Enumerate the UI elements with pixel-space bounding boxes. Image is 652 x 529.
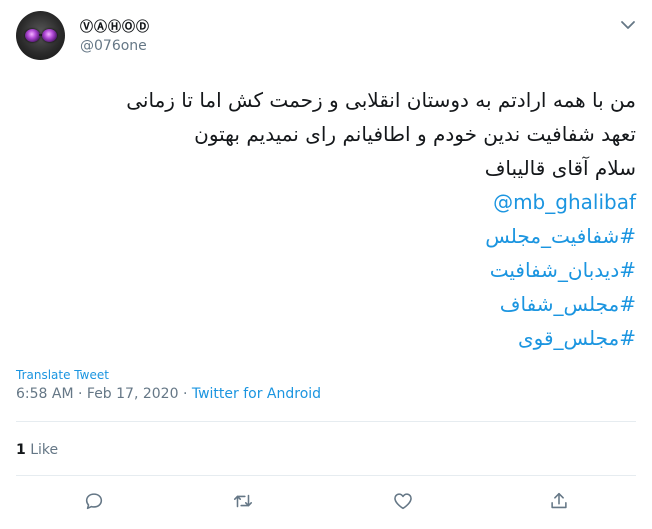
- tweet-metadata: 6:58 AM · Feb 17, 2020 · Twitter for And…: [16, 386, 321, 402]
- retweet-icon: [233, 494, 253, 508]
- retweet-button[interactable]: [232, 490, 254, 512]
- avatar[interactable]: [16, 11, 65, 60]
- divider: [16, 475, 636, 476]
- tweet-date[interactable]: Feb 17, 2020: [87, 386, 179, 402]
- divider: [16, 421, 636, 422]
- share-button[interactable]: [548, 490, 570, 512]
- mention-link[interactable]: @mb_ghalibaf: [493, 190, 636, 214]
- share-icon: [551, 492, 567, 509]
- tweet-source-link[interactable]: Twitter for Android: [192, 386, 321, 402]
- heart-icon: [394, 493, 412, 510]
- like-button[interactable]: [392, 490, 414, 512]
- reply-button[interactable]: [83, 490, 105, 512]
- like-count-value: 1: [16, 442, 26, 458]
- hashtag-link[interactable]: #دیدبان_شفافیت: [490, 258, 636, 282]
- tweet-text: من با همه ارادتم به دوستان انقلابی و زحم…: [16, 83, 636, 355]
- chevron-down-icon: [621, 21, 635, 29]
- meta-separator: ·: [178, 386, 192, 402]
- username[interactable]: @076one: [80, 38, 147, 54]
- hashtag-link[interactable]: #مجلس_شفاف: [500, 292, 636, 316]
- more-options-button[interactable]: [620, 16, 636, 29]
- avatar-right-lens: [42, 29, 57, 42]
- hashtag-link[interactable]: #مجلس_قوی: [518, 326, 636, 350]
- tweet-card: ⓋⒶⒽⓄⒹ @076one من با همه ارادتم به دوستان…: [0, 0, 652, 529]
- avatar-left-lens: [25, 29, 40, 42]
- tweet-text-line: سلام آقای قالیباف: [484, 156, 636, 180]
- like-count-label: Like: [25, 442, 59, 458]
- display-name[interactable]: ⓋⒶⒽⓄⒹ: [80, 16, 150, 35]
- tweet-time[interactable]: 6:58 AM: [16, 386, 74, 402]
- likes-count[interactable]: 1 Like: [16, 442, 58, 458]
- hashtag-link[interactable]: #شفافیت_مجلس: [485, 224, 636, 248]
- tweet-text-line: من با همه ارادتم به دوستان انقلابی و زحم…: [126, 88, 636, 112]
- reply-icon: [85, 493, 103, 510]
- meta-separator: ·: [73, 386, 87, 402]
- translate-tweet-link[interactable]: Translate Tweet: [16, 368, 109, 382]
- tweet-text-line: تعهد شفافیت ندین خودم و اطافیانم رای نمی…: [194, 122, 636, 146]
